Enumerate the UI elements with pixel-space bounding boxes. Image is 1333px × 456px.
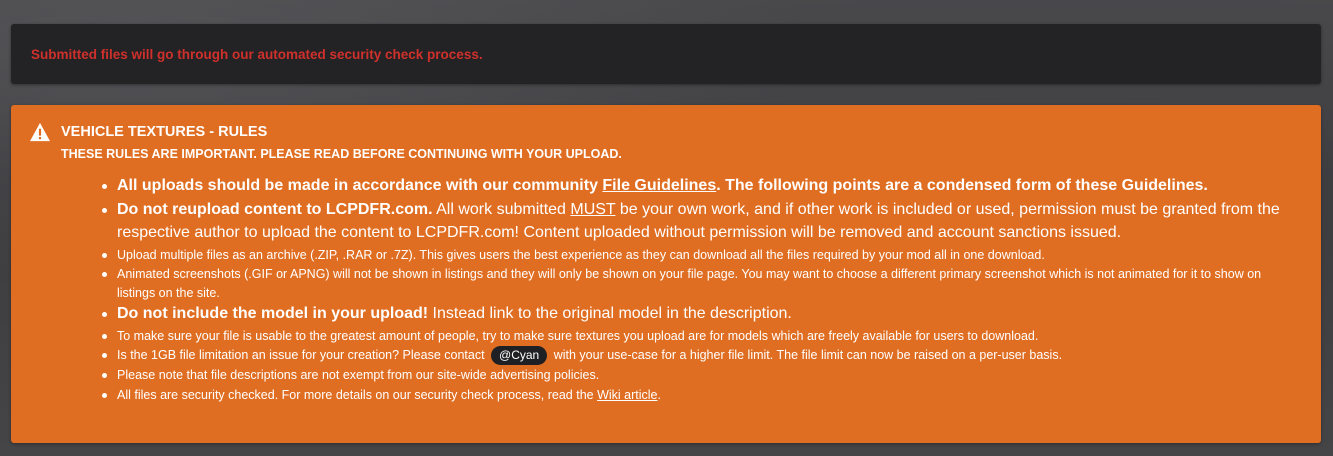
rule-item-no-model: Do not include the model in your upload!… bbox=[99, 302, 1287, 326]
security-notice-text: Submitted files will go through our auto… bbox=[31, 46, 483, 62]
rule-item-security: All files are security checked. For more… bbox=[99, 386, 1287, 405]
rule-item-usable: To make sure your file is usable to the … bbox=[99, 327, 1287, 346]
rule-item-advertising: Please note that file descriptions are n… bbox=[99, 366, 1287, 385]
rule-item-guidelines: All uploads should be made in accordance… bbox=[99, 174, 1287, 198]
wiki-article-link[interactable]: Wiki article bbox=[597, 388, 657, 402]
warning-triangle-icon bbox=[30, 122, 50, 142]
rule-item-archive: Upload multiple files as an archive (.ZI… bbox=[99, 246, 1287, 265]
file-guidelines-link[interactable]: File Guidelines bbox=[602, 177, 716, 194]
rule-item-no-reupload: Do not reupload content to LCPDFR.com. A… bbox=[99, 198, 1287, 245]
rule-item-animated-screenshots: Animated screenshots (.GIF or APNG) will… bbox=[99, 265, 1287, 302]
user-mention-cyan[interactable]: @Cyan bbox=[491, 346, 548, 365]
rules-list: All uploads should be made in accordance… bbox=[99, 174, 1287, 404]
rules-panel: VEHICLE TEXTURES - RULES THESE RULES ARE… bbox=[11, 105, 1321, 443]
rule-item-file-limit: Is the 1GB file limitation an issue for … bbox=[99, 346, 1287, 365]
security-notice-banner: Submitted files will go through our auto… bbox=[11, 24, 1321, 84]
rules-header: VEHICLE TEXTURES - RULES THESE RULES ARE… bbox=[29, 122, 1301, 161]
rules-subtitle: THESE RULES ARE IMPORTANT. PLEASE READ B… bbox=[61, 147, 622, 161]
rules-title: VEHICLE TEXTURES - RULES bbox=[61, 124, 268, 140]
